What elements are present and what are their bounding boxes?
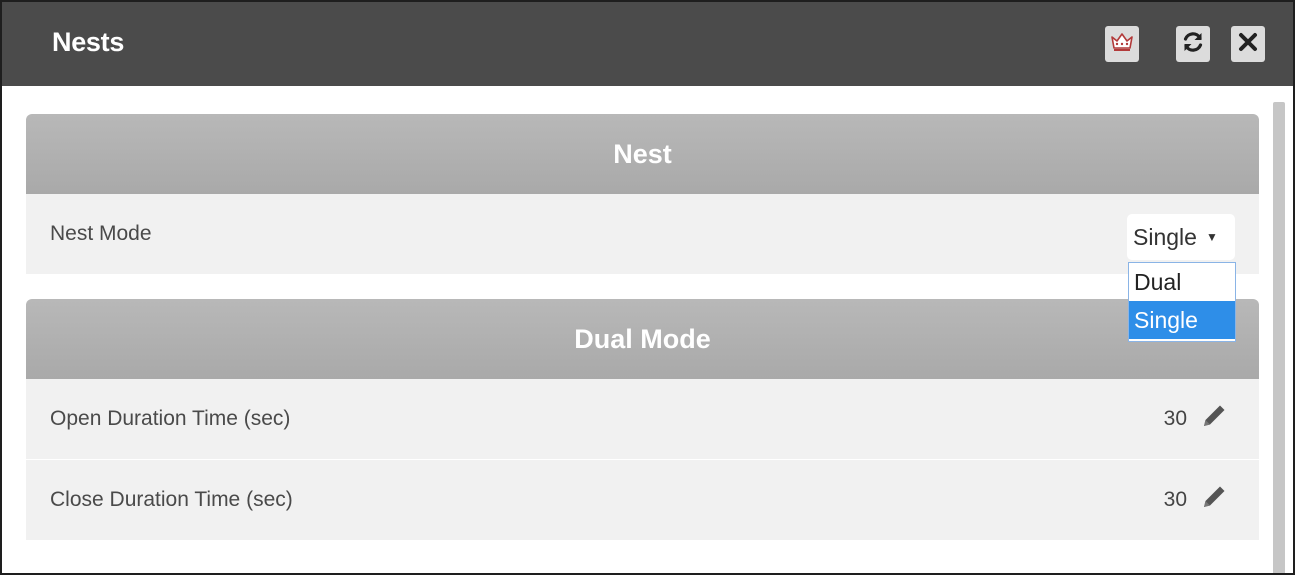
nest-mode-row: Nest Mode	[26, 194, 1259, 274]
nest-mode-select[interactable]: Single ▼	[1127, 214, 1235, 260]
nest-section-header: Nest	[26, 114, 1259, 194]
nest-mode-selected-value: Single	[1133, 223, 1197, 250]
open-duration-row: Open Duration Time (sec) 30	[26, 379, 1259, 459]
open-duration-label: Open Duration Time (sec)	[50, 407, 291, 430]
pencil-icon[interactable]	[1199, 482, 1229, 518]
nest-mode-dropdown-list: Dual Single	[1128, 262, 1236, 342]
dropdown-arrow-icon: ▼	[1205, 230, 1218, 244]
close-duration-label: Close Duration Time (sec)	[50, 488, 293, 511]
option-dual[interactable]: Dual	[1129, 263, 1235, 301]
close-duration-row: Close Duration Time (sec) 30	[26, 460, 1259, 540]
close-button[interactable]	[1231, 26, 1265, 62]
open-duration-value-group[interactable]: 30	[1164, 379, 1229, 459]
crown-icon	[1110, 31, 1134, 58]
close-duration-value-group[interactable]: 30	[1164, 460, 1229, 540]
crown-button[interactable]	[1105, 26, 1139, 62]
close-duration-value: 30	[1163, 488, 1187, 511]
scrollbar[interactable]	[1273, 102, 1285, 573]
dual-mode-section-header: Dual Mode	[26, 299, 1259, 379]
close-icon	[1238, 32, 1258, 57]
nest-mode-label: Nest Mode	[50, 222, 152, 245]
pencil-icon[interactable]	[1199, 401, 1229, 437]
option-single[interactable]: Single	[1129, 301, 1235, 339]
refresh-icon	[1181, 30, 1205, 59]
window-title: Nests	[52, 27, 125, 57]
refresh-button[interactable]	[1176, 26, 1210, 62]
open-duration-value: 30	[1163, 407, 1187, 430]
nests-window: Nests Nest Nest Mode Dual Mode Open Dura…	[0, 0, 1295, 575]
title-bar: Nests	[2, 2, 1293, 86]
